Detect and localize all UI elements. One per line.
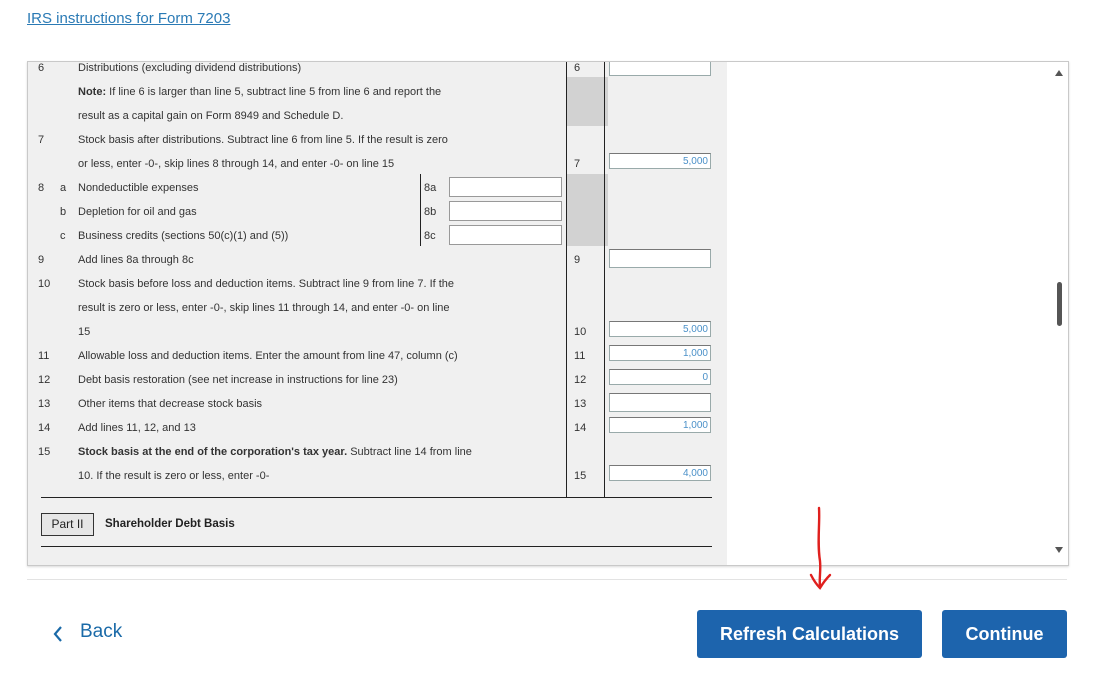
form-viewer[interactable]: 6 Distributions (excluding dividend dist… — [27, 61, 1069, 566]
continue-button[interactable]: Continue — [942, 610, 1067, 658]
back-label: Back — [80, 621, 123, 642]
line-number: 13 — [38, 398, 51, 410]
line-12-input[interactable]: 0 — [609, 369, 711, 385]
line-number: 6 — [38, 62, 45, 74]
line-7-input[interactable]: 5,000 — [609, 153, 711, 169]
line-text: Distributions (excluding dividend distri… — [78, 62, 302, 74]
column-rule — [420, 174, 421, 246]
line-label: 14 — [574, 422, 587, 434]
line-label: 11 — [574, 350, 586, 362]
line-text: Add lines 8a through 8c — [78, 254, 194, 266]
line-number: 14 — [38, 422, 51, 434]
line-number: 9 — [38, 254, 45, 266]
line-bold-text: Stock basis at the end of the corporatio… — [78, 446, 348, 458]
shaded-cell — [566, 77, 608, 126]
line-9-input[interactable] — [609, 249, 711, 268]
line-15-input[interactable]: 4,000 — [609, 465, 711, 481]
scrollbar-thumb[interactable] — [1057, 282, 1062, 326]
line-text: Allowable loss and deduction items. Ente… — [78, 350, 458, 362]
line-8a-input[interactable] — [449, 177, 562, 197]
line-sub: a — [60, 182, 67, 194]
line-text: 10. If the result is zero or less, enter… — [78, 470, 270, 482]
line-number: 10 — [38, 278, 51, 290]
line-text: Stock basis before loss and deduction it… — [78, 278, 455, 290]
part-ii-bottom-line — [41, 546, 712, 547]
line-text: 15 — [78, 326, 91, 338]
line-label: 12 — [574, 374, 587, 386]
line-14-input[interactable]: 1,000 — [609, 417, 711, 433]
line-text: Nondeductible expenses — [78, 182, 199, 194]
line-text: result is zero or less, enter -0-, skip … — [78, 302, 450, 314]
column-rule — [604, 62, 605, 498]
column-rule — [566, 62, 567, 498]
line-number: 15 — [38, 446, 51, 458]
note-label: Note: — [78, 86, 107, 98]
part-divider-line — [41, 497, 712, 498]
line-13-input[interactable] — [609, 393, 711, 412]
line-sub: b — [60, 206, 67, 218]
line-number: 12 — [38, 374, 51, 386]
line-label: 15 — [574, 470, 587, 482]
scroll-up-icon[interactable] — [1055, 70, 1063, 76]
line-number: 7 — [38, 134, 45, 146]
line-label: 13 — [574, 398, 587, 410]
line-8b-input[interactable] — [449, 201, 562, 221]
line-sub: c — [60, 230, 66, 242]
line-number: 8 — [38, 182, 45, 194]
line-text: result as a capital gain on Form 8949 an… — [78, 110, 344, 122]
line-text: Business credits (sections 50(c)(1) and … — [78, 230, 289, 242]
line-text: Depletion for oil and gas — [78, 206, 197, 218]
line-label: 8a — [424, 182, 437, 194]
line-label: 8b — [424, 206, 437, 218]
line-label: 8c — [424, 230, 436, 242]
line-text-tail: Subtract line 14 from line — [347, 446, 472, 458]
scroll-down-icon[interactable] — [1055, 547, 1063, 553]
line-6-input[interactable] — [609, 62, 711, 76]
line-number: 11 — [38, 350, 50, 362]
form-7203-page: 6 Distributions (excluding dividend dist… — [28, 62, 727, 565]
line-text: Stock basis after distributions. Subtrac… — [78, 134, 448, 146]
part-ii-title: Shareholder Debt Basis — [105, 518, 235, 530]
refresh-calculations-button[interactable]: Refresh Calculations — [697, 610, 922, 658]
line-11-input[interactable]: 1,000 — [609, 345, 711, 361]
line-text: Add lines 11, 12, and 13 — [78, 422, 196, 434]
line-8c-input[interactable] — [449, 225, 562, 245]
line-text: or less, enter -0-, skip lines 8 through… — [78, 158, 395, 170]
line-label: 10 — [574, 326, 587, 338]
line-label: 6 — [574, 62, 581, 74]
note-text: If line 6 is larger than line 5, subtrac… — [106, 86, 442, 98]
shaded-cell — [566, 174, 608, 246]
annotation-arrow-icon — [809, 506, 832, 590]
line-text: Note: If line 6 is larger than line 5, s… — [78, 81, 441, 103]
irs-instructions-link[interactable]: IRS instructions for Form 7203 — [27, 10, 230, 27]
line-text: Debt basis restoration (see net increase… — [78, 374, 398, 386]
line-label: 9 — [574, 254, 581, 266]
line-text: Other items that decrease stock basis — [78, 398, 263, 410]
part-ii-label: Part II — [41, 513, 94, 536]
line-text: Stock basis at the end of the corporatio… — [78, 441, 472, 463]
footer-divider — [27, 579, 1067, 580]
line-label: 7 — [574, 158, 581, 170]
line-10-input[interactable]: 5,000 — [609, 321, 711, 337]
chevron-left-icon — [53, 626, 62, 642]
